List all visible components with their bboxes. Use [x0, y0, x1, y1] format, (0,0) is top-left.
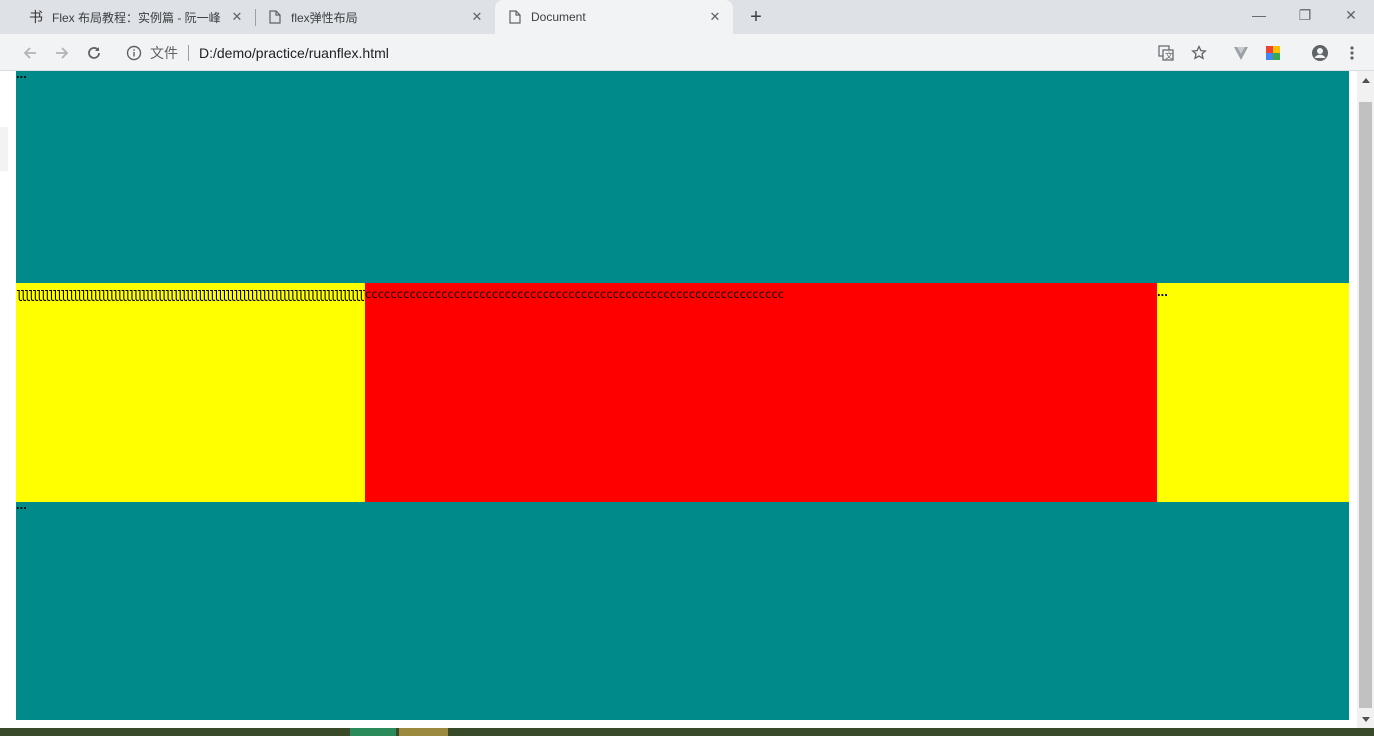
page-edge-fragment [0, 127, 8, 171]
reload-icon [88, 47, 100, 59]
header-block: ... [16, 66, 1349, 283]
tab-strip: 书 Flex 布局教程：实例篇 - 阮一峰 ✕ flex弹性布局 ✕ Docum… [0, 0, 1374, 34]
profile-icon [1312, 45, 1328, 61]
arrow-up-icon [1361, 77, 1370, 83]
extension-v-icon [1234, 47, 1248, 60]
main-content: cccccccccccccccccccccccccccccccccccccccc… [365, 283, 1157, 502]
menu-icon [1350, 46, 1354, 60]
taskbar-app-button[interactable] [399, 728, 448, 736]
back-button[interactable] [19, 42, 41, 64]
right-sidebar-text: ... [1157, 284, 1168, 299]
extension-color-icon [1266, 46, 1280, 60]
minimize-button[interactable]: — [1236, 0, 1282, 30]
tab-close-icon[interactable]: ✕ [229, 9, 245, 25]
page-icon [507, 9, 523, 25]
tab-title: Document [531, 10, 586, 24]
omnibox-divider [188, 45, 189, 61]
new-tab-button[interactable]: + [744, 6, 768, 28]
page-viewport: ... llllllllllllllllllllllllllllllllllll… [0, 66, 1357, 728]
tab-close-icon[interactable]: ✕ [707, 9, 723, 25]
svg-text:书: 书 [29, 10, 43, 25]
tab-close-icon[interactable]: ✕ [469, 9, 485, 25]
window-close-button[interactable]: ✕ [1328, 0, 1374, 30]
url-text[interactable]: D:/demo/practice/ruanflex.html [199, 45, 389, 61]
svg-text:文: 文 [1165, 51, 1173, 61]
info-icon[interactable] [126, 45, 142, 61]
tab-title: Flex 布局教程：实例篇 - 阮一峰 [52, 10, 221, 25]
tab-flex-layout[interactable]: flex弹性布局 ✕ [255, 0, 495, 34]
restore-button[interactable]: ❐ [1282, 0, 1328, 30]
right-sidebar: ... [1157, 283, 1349, 502]
vertical-scrollbar[interactable] [1357, 71, 1374, 728]
os-taskbar [0, 728, 1374, 736]
profile-button[interactable] [1310, 43, 1330, 63]
tab-document[interactable]: Document ✕ [495, 0, 733, 34]
extension-color-button[interactable] [1263, 43, 1283, 63]
scroll-up-button[interactable] [1357, 71, 1374, 88]
scroll-down-button[interactable] [1357, 711, 1374, 728]
translate-button[interactable]: 文 [1156, 43, 1176, 63]
arrow-down-icon [1361, 716, 1370, 722]
ruanyifeng-logo-icon: 书 [28, 9, 44, 25]
page-icon [267, 9, 283, 25]
menu-button[interactable] [1342, 43, 1362, 63]
left-sidebar-text: llllllllllllllllllllllllllllllllllllllll… [16, 288, 365, 305]
main-content-text: cccccccccccccccccccccccccccccccccccccccc… [365, 288, 785, 301]
holy-grail-row: llllllllllllllllllllllllllllllllllllllll… [16, 283, 1349, 502]
footer-block: ... [16, 497, 1349, 720]
browser-toolbar: 文件 D:/demo/practice/ruanflex.html 文 [0, 34, 1374, 71]
scrollbar-thumb[interactable] [1359, 102, 1372, 708]
extension-v-button[interactable] [1231, 43, 1251, 63]
tab-title: flex弹性布局 [291, 10, 358, 25]
forward-button[interactable] [51, 42, 73, 64]
taskbar-app-button[interactable] [350, 728, 396, 736]
footer-text: ... [16, 497, 27, 512]
header-text: ... [16, 66, 27, 81]
star-icon [1191, 45, 1207, 60]
tab-ruanyifeng[interactable]: 书 Flex 布局教程：实例篇 - 阮一峰 ✕ [0, 0, 255, 34]
bookmark-button[interactable] [1189, 43, 1209, 63]
left-sidebar: llllllllllllllllllllllllllllllllllllllll… [16, 283, 365, 502]
forward-icon [56, 47, 69, 59]
translate-icon: 文 [1158, 45, 1174, 61]
scheme-label: 文件 [150, 45, 178, 61]
reload-button[interactable] [83, 42, 105, 64]
address-bar[interactable]: 文件 D:/demo/practice/ruanflex.html [118, 39, 1216, 67]
back-icon [23, 47, 36, 59]
